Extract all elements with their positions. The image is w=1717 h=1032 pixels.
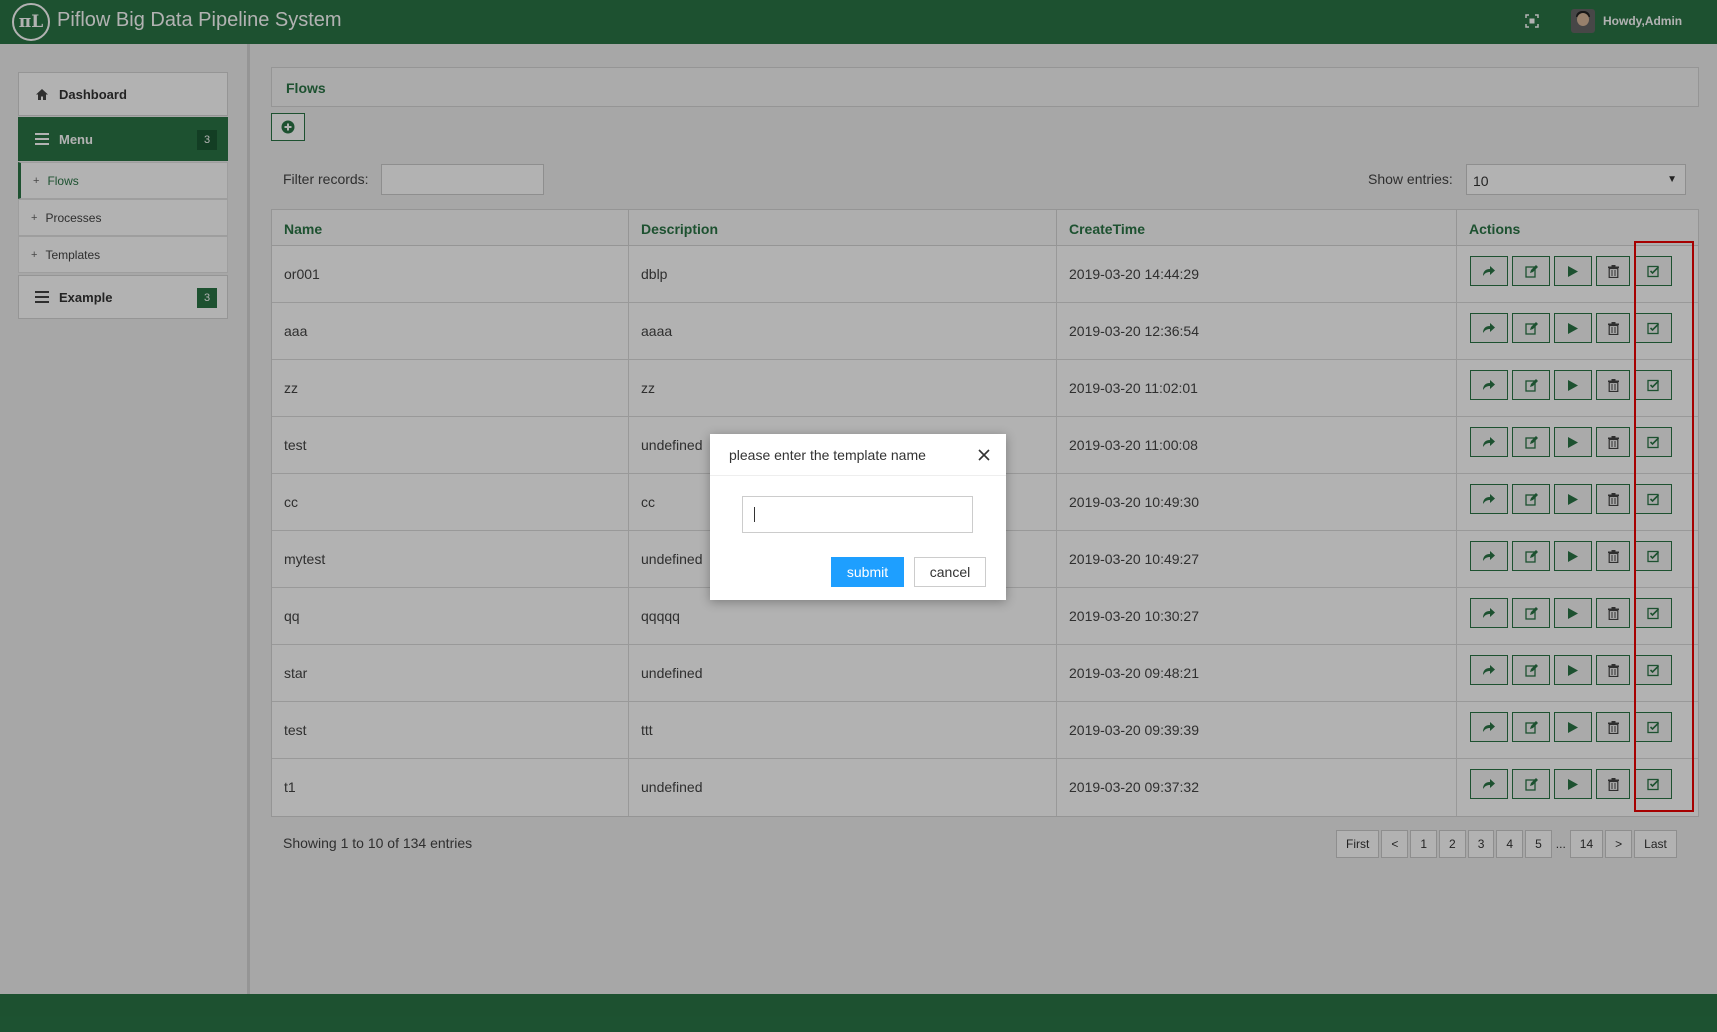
text-cursor — [754, 507, 755, 522]
dialog-header: please enter the template name — [710, 434, 1006, 476]
cancel-button[interactable]: cancel — [914, 557, 986, 587]
submit-button[interactable]: submit — [831, 557, 904, 587]
close-icon[interactable] — [976, 447, 992, 463]
template-name-dialog: please enter the template name submit ca… — [710, 434, 1006, 600]
template-name-input[interactable] — [742, 496, 973, 533]
dialog-title: please enter the template name — [729, 447, 926, 463]
